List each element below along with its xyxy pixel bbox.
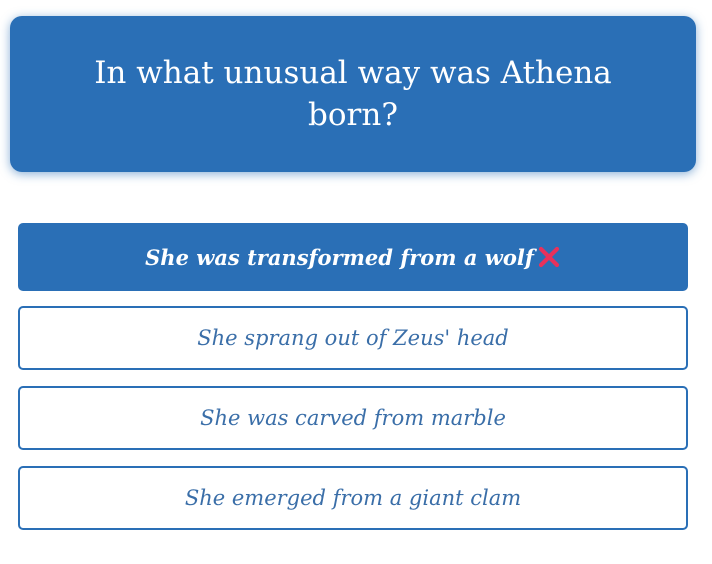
question-title: In what unusual way was Athena born?	[94, 55, 612, 133]
answer-option-3[interactable]: She was carved from marble	[18, 386, 688, 450]
answer-label: She sprang out of Zeus' head	[197, 326, 509, 350]
answer-option-2[interactable]: She sprang out of Zeus' head	[18, 306, 688, 370]
answer-label: She emerged from a giant clam	[184, 486, 522, 510]
answer-option-1[interactable]: She was transformed from a wolf	[18, 223, 688, 291]
answer-option-4[interactable]: She emerged from a giant clam	[18, 466, 688, 530]
cross-mark-icon	[538, 246, 559, 268]
answer-list: She was transformed from a wolf She spra…	[18, 223, 688, 546]
answer-label: She was transformed from a wolf	[145, 244, 534, 270]
answer-label: She was carved from marble	[200, 406, 506, 430]
question-card: In what unusual way was Athena born?	[10, 16, 696, 172]
